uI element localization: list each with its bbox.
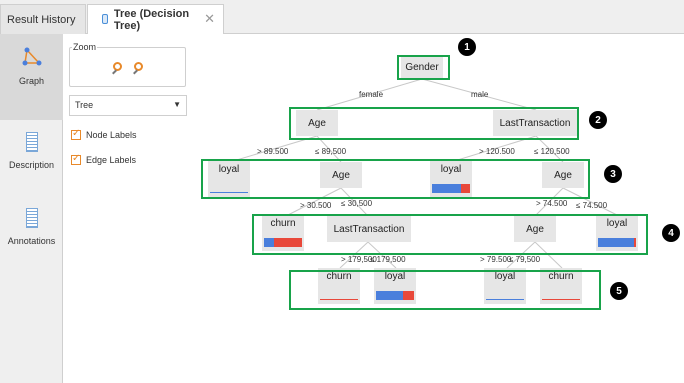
highlight-frame-level-2 xyxy=(289,107,579,140)
tab-decision-tree-label: Tree (Decision Tree) xyxy=(113,8,190,32)
edge-label: female xyxy=(359,90,384,99)
step-badge: 3 xyxy=(604,165,622,183)
highlight-frame-level-1 xyxy=(397,55,450,80)
highlight-frame-level-5 xyxy=(289,270,601,310)
edge-labels-label: Edge Labels xyxy=(86,155,137,165)
edge-labels-checkbox-row[interactable]: Edge Labels xyxy=(71,153,137,165)
edge-label: > 120.500 xyxy=(479,147,515,156)
zoom-group xyxy=(69,47,186,87)
zoom-out-icon[interactable] xyxy=(133,62,147,76)
edge-label: > 79.500 xyxy=(480,255,512,264)
annotations-icon xyxy=(25,208,38,228)
sidebar-label-graph: Graph xyxy=(18,76,44,86)
step-badge: 1 xyxy=(458,38,476,56)
sidebar-label-description: Description xyxy=(8,160,55,170)
sidebar-item-description[interactable]: Description xyxy=(0,120,63,206)
tree-edges xyxy=(229,78,620,269)
edge-label: ≤ 89,500 xyxy=(315,147,347,156)
zoom-title: Zoom xyxy=(72,42,98,52)
edge-labels-checkbox[interactable] xyxy=(71,153,81,165)
edge-label: male xyxy=(471,90,489,99)
edge-label: ≤ 120,500 xyxy=(534,147,570,156)
node-labels-checkbox[interactable] xyxy=(71,128,81,140)
close-icon[interactable]: ✕ xyxy=(204,11,215,27)
sidebar-label-annotations: Annotations xyxy=(7,236,56,246)
tab-result-history-label: Result History xyxy=(7,13,76,26)
view-mode-select[interactable]: Tree ▼ xyxy=(69,95,187,116)
highlight-frame-level-3 xyxy=(201,159,590,199)
step-badge: 4 xyxy=(662,224,680,242)
view-mode-value: Tree xyxy=(75,100,94,110)
tree-canvas: Gender female male Age LastTransaction >… xyxy=(196,34,684,383)
edge-label: > 89.500 xyxy=(257,147,289,156)
edge-label: ≤ 79,500 xyxy=(509,255,541,264)
edge-label: ≤ 30,500 xyxy=(341,199,373,208)
tab-result-history[interactable]: Result History xyxy=(0,4,86,34)
edge-label: ≤ 74.500 xyxy=(576,201,608,210)
tab-decision-tree[interactable]: Tree (Decision Tree) ✕ xyxy=(87,4,224,35)
node-labels-label: Node Labels xyxy=(86,130,137,140)
dropdown-caret-icon: ▼ xyxy=(173,100,181,109)
edge-label: > 74.500 xyxy=(536,199,568,208)
node-labels-checkbox-row[interactable]: Node Labels xyxy=(71,128,137,140)
tab-bar: Result History Tree (Decision Tree) ✕ xyxy=(0,0,684,35)
view-sidebar: Graph Description Annotations xyxy=(0,34,63,383)
decision-tree-window: Result History Tree (Decision Tree) ✕ Gr… xyxy=(0,0,684,383)
document-icon xyxy=(25,132,38,152)
tree-model-icon xyxy=(100,14,108,26)
edge-label: ≤ 179,500 xyxy=(370,255,406,264)
sidebar-item-graph[interactable]: Graph xyxy=(0,34,63,120)
graph-icon xyxy=(22,47,41,66)
step-badge: 2 xyxy=(589,111,607,129)
edge-label: > 30.500 xyxy=(300,201,332,210)
graph-settings-panel: Zoom Tree ▼ Node Labels Edge Labels xyxy=(64,34,196,383)
zoom-in-icon[interactable] xyxy=(112,62,126,76)
highlight-frame-level-4 xyxy=(252,214,648,255)
sidebar-item-annotations[interactable]: Annotations xyxy=(0,196,63,282)
step-badge: 5 xyxy=(610,282,628,300)
